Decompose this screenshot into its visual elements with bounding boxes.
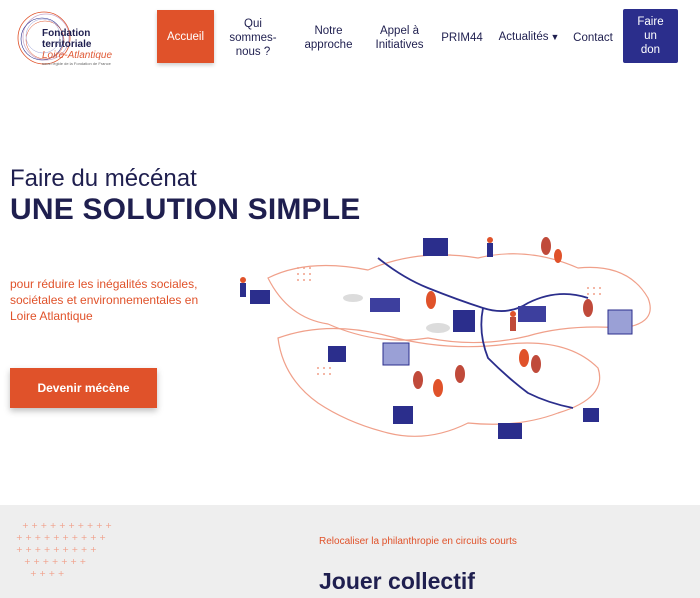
tower-icon xyxy=(382,342,410,366)
person-body xyxy=(240,283,246,297)
tree-icon xyxy=(426,291,436,309)
person-body xyxy=(510,317,516,331)
tree-icon xyxy=(554,249,562,263)
tree-icon xyxy=(583,299,593,317)
become-patron-button[interactable]: Devenir mécène xyxy=(10,368,157,408)
logo[interactable]: Fondation territoriale Loire-Atlantique … xyxy=(12,8,142,68)
building-icon xyxy=(328,346,346,362)
tree-icon xyxy=(519,349,529,367)
nav-item-prim44[interactable]: PRIM44 xyxy=(438,31,486,45)
logo-line3: Loire-Atlantique xyxy=(42,50,113,61)
tree-icon xyxy=(541,237,551,255)
svg-text:+ + + + + + + + + +: + + + + + + + + + + xyxy=(22,521,112,530)
building-icon xyxy=(498,423,522,439)
svg-text:+ + + + + + + + + +: + + + + + + + + + + xyxy=(16,533,106,542)
logo-line2: territoriale xyxy=(42,39,92,50)
logo-line4: sous l'égide de la Fondation de France xyxy=(42,61,111,66)
cloud-icon xyxy=(343,294,363,302)
section-title: Jouer collectif xyxy=(319,568,475,594)
hero-title-line1: Faire du mécénat xyxy=(10,165,197,192)
building-icon xyxy=(250,290,270,304)
nav-item-accueil[interactable]: Accueil xyxy=(157,10,214,63)
decorative-cross-pattern: + + + + + + + + + + + + + + + + + + + + … xyxy=(16,521,112,578)
nav-item-notre-approche[interactable]: Notre approche xyxy=(301,24,356,52)
tower-icon xyxy=(607,309,633,335)
river-line xyxy=(377,257,589,409)
tree-icon xyxy=(531,355,541,373)
nav-item-qui-sommes-nous[interactable]: Qui sommes- nous ? xyxy=(228,17,278,59)
tree-icon xyxy=(433,379,443,397)
cloud-icon xyxy=(426,323,450,333)
factory-icon xyxy=(518,306,546,322)
factory-icon xyxy=(370,298,400,312)
section-kicker: Relocaliser la philanthropie en circuits… xyxy=(319,536,517,547)
building-icon xyxy=(393,406,413,424)
building-icon xyxy=(423,238,448,256)
building-icon xyxy=(583,408,599,422)
svg-text:+ + + + + + +: + + + + + + + xyxy=(24,557,86,566)
hero-title-line2: UNE SOLUTION SIMPLE xyxy=(10,193,361,226)
person-icon xyxy=(487,237,493,243)
nav-item-actualites-label: Actualités xyxy=(498,31,549,43)
svg-text:+ + + + + + + + +: + + + + + + + + + xyxy=(16,545,97,554)
site-header: Fondation territoriale Loire-Atlantique … xyxy=(0,0,700,80)
nav-item-actualites[interactable]: Actualités ▼ xyxy=(498,30,560,44)
person-body xyxy=(487,243,493,257)
logo-line1: Fondation xyxy=(42,28,91,39)
nav-item-contact[interactable]: Contact xyxy=(570,31,616,45)
logo-text: Fondation territoriale Loire-Atlantique … xyxy=(42,28,112,66)
hero-subtitle: pour réduire les inégalités sociales, so… xyxy=(10,277,199,323)
nav-item-appel-initiatives[interactable]: Appel à Initiatives xyxy=(372,24,427,52)
territory-map-illustration xyxy=(240,237,651,439)
person-icon xyxy=(510,311,516,317)
chevron-down-icon: ▼ xyxy=(550,32,560,42)
tree-icon xyxy=(413,371,423,389)
building-icon xyxy=(453,310,475,332)
tree-icon xyxy=(455,365,465,383)
person-icon xyxy=(240,277,246,283)
svg-text:+ + + +: + + + + xyxy=(30,569,64,578)
donate-button[interactable]: Faire un don xyxy=(623,9,678,63)
